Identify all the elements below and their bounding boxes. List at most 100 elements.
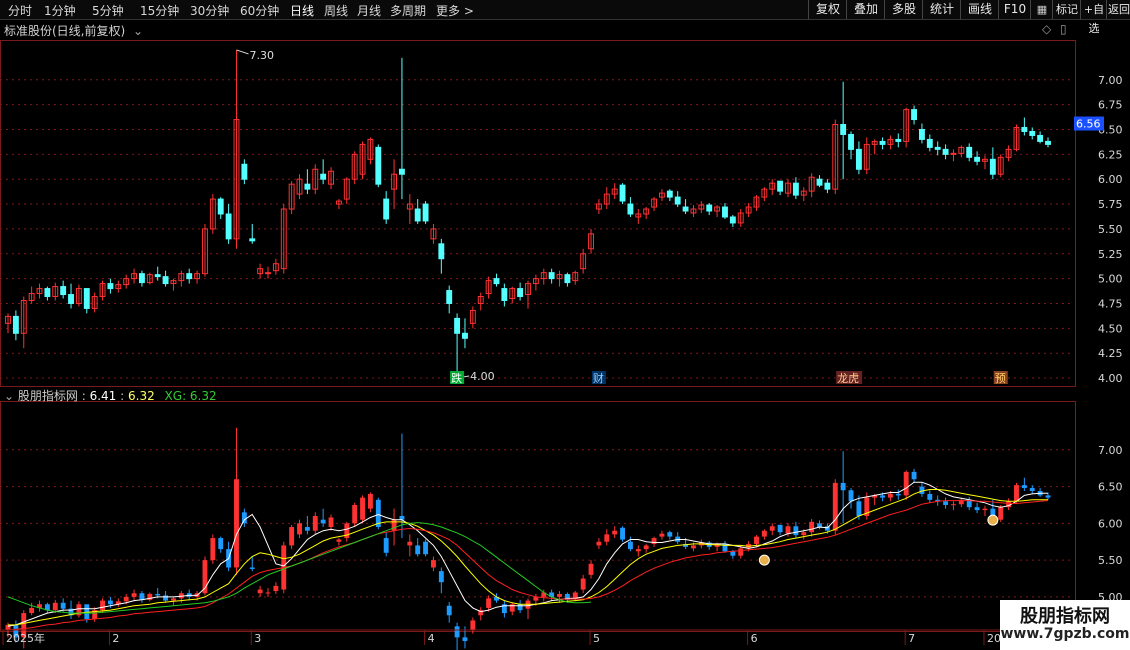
- ind-candle-body: [289, 527, 295, 546]
- candle-body: [225, 213, 232, 240]
- candle-body: [60, 286, 67, 296]
- ind-candle-body: [588, 563, 594, 575]
- candle-body: [792, 182, 799, 196]
- ind-candle-body: [777, 524, 783, 533]
- ind-candle-body: [635, 549, 641, 552]
- ind-candle-body: [431, 560, 436, 568]
- x-tick-label: 5: [593, 632, 600, 645]
- ind-candle-body: [604, 534, 610, 542]
- ind-candle-body: [840, 482, 846, 491]
- ind-candle-body: [785, 526, 791, 534]
- candle-body: [138, 273, 145, 284]
- ind-candle-body: [754, 536, 759, 544]
- y-tick-label: 5.00: [1098, 273, 1123, 286]
- ind-candle-body: [517, 604, 523, 611]
- candle-body: [1029, 130, 1036, 136]
- ind-candle-body: [391, 519, 397, 531]
- y-tick-label: 5.25: [1098, 248, 1123, 261]
- ind-candle-body: [486, 598, 492, 608]
- ind-candle-body: [234, 479, 239, 568]
- candle-body: [855, 148, 862, 170]
- y-tick-label: 7.00: [1098, 444, 1123, 457]
- ind-candle-body: [446, 605, 452, 616]
- y-tick-label: 6.75: [1098, 99, 1123, 112]
- ind-candle-body: [257, 589, 263, 594]
- candle-body: [501, 288, 508, 301]
- candle-body: [895, 138, 902, 142]
- candle-body: [462, 332, 468, 339]
- candle-body: [217, 198, 224, 215]
- ind-candle-body: [927, 493, 933, 500]
- ind-candle-body: [171, 598, 176, 601]
- ind-candle-body: [895, 493, 901, 496]
- ind-candle-body: [360, 497, 365, 520]
- ind-candle-body: [974, 507, 980, 511]
- y-tick-label: 6.25: [1098, 148, 1123, 161]
- candle-body: [493, 278, 500, 285]
- ind-candle-body: [832, 482, 838, 531]
- candle-body: [446, 290, 453, 304]
- indicator-line-ma_yellow: [8, 489, 1048, 626]
- watermark-title: 股朋指标网: [1020, 606, 1110, 627]
- ind-candle-body: [943, 501, 949, 505]
- candle-body: [974, 156, 981, 162]
- ind-candle-body: [903, 471, 909, 496]
- x-tick-label: 20: [987, 632, 1001, 645]
- ind-candle-body: [304, 527, 310, 531]
- event-marker: 预: [995, 372, 1006, 385]
- candle-body: [517, 288, 524, 298]
- ind-candle-body: [462, 637, 468, 642]
- candle-body: [548, 272, 555, 280]
- candle-body: [414, 208, 421, 222]
- ind-candle-body: [651, 538, 657, 544]
- ind-candle-body: [769, 526, 775, 531]
- y-tick-label: 4.50: [1098, 322, 1123, 335]
- kline-chart: 4.00 4.25 4.50 4.75 5.00 5.25 5.50 5.75 6.00 6.25…: [0, 49, 1123, 650]
- candle-body: [840, 124, 847, 135]
- candle-body: [265, 272, 271, 275]
- candle-body: [320, 173, 327, 180]
- y-tick-label: 4.75: [1098, 297, 1123, 310]
- candle-body: [911, 109, 918, 121]
- ind-candle-body: [249, 567, 255, 569]
- y-tick-label: 6.50: [1098, 481, 1123, 494]
- candle-body: [438, 243, 445, 260]
- candle-body: [162, 276, 169, 285]
- ind-candle-body: [801, 532, 807, 536]
- ind-candle-body: [100, 600, 105, 611]
- candle-body: [950, 152, 957, 155]
- current-price-text: 6.56: [1076, 118, 1101, 131]
- ind-candle-body: [218, 538, 224, 550]
- candle-body: [918, 128, 925, 140]
- ind-candle-body: [880, 495, 885, 498]
- ind-candle-body: [761, 530, 767, 537]
- y-tick-label: 4.00: [1098, 372, 1123, 385]
- candle-body: [304, 183, 311, 190]
- ind-candle-body: [659, 533, 665, 537]
- ind-candle-body: [557, 593, 562, 597]
- ind-candle-body: [320, 519, 326, 524]
- candle-body: [249, 238, 256, 242]
- ind-candle-body: [29, 607, 35, 614]
- ind-candle-body: [107, 600, 113, 605]
- candle-body: [989, 158, 996, 175]
- high-label: 7.30: [249, 49, 274, 62]
- ind-candle-body: [52, 602, 58, 611]
- ind-candle-body: [848, 490, 854, 502]
- ind-candle-body: [809, 521, 815, 533]
- candle-body: [926, 138, 933, 148]
- ind-candle-body: [454, 626, 460, 638]
- candle-body: [454, 317, 461, 334]
- ind-candle-body: [415, 545, 421, 555]
- ind-candle-body: [738, 548, 744, 556]
- candle-body: [879, 140, 886, 145]
- ind-candle-body: [328, 517, 334, 528]
- watermark-url: www.7gpzb.com: [1000, 626, 1130, 642]
- candle-body: [666, 190, 673, 198]
- ind-candle-body: [596, 541, 602, 546]
- ind-candle-body: [123, 596, 129, 602]
- ind-candle-body: [951, 504, 956, 506]
- event-marker: 跌: [451, 371, 462, 385]
- candle-body: [383, 198, 390, 220]
- candle-body: [564, 274, 571, 284]
